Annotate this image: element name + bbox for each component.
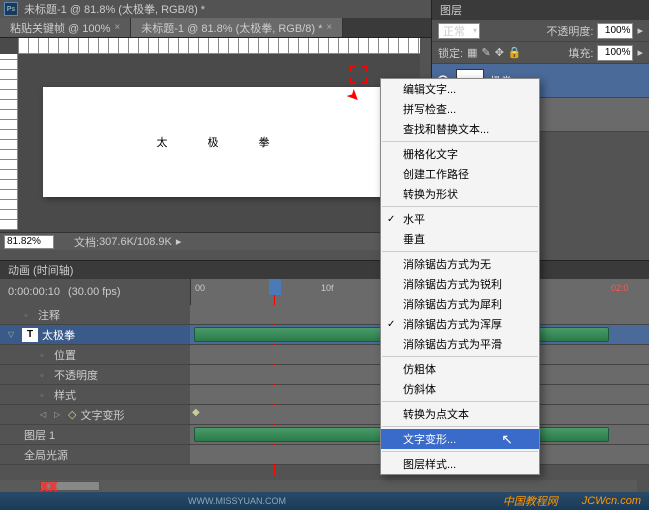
lock-move-icon[interactable]: ✥ (495, 46, 504, 59)
timeline-row[interactable]: ◦位置 (0, 345, 649, 365)
menu-item[interactable]: 查找和替换文本... (381, 119, 539, 139)
menu-item[interactable]: ✓消除锯齿方式为浑厚 (381, 314, 539, 334)
lock-all-icon[interactable]: 🔒 (508, 46, 522, 59)
menu-item[interactable]: 垂直 (381, 229, 539, 249)
stopwatch-icon[interactable]: ◦ (24, 310, 34, 320)
chevron-right-icon[interactable]: ▸ (637, 46, 643, 59)
doc-tab-1[interactable]: 未标题-1 @ 81.8% (太极拳, RGB/8) *× (131, 18, 343, 37)
menu-item[interactable]: 拼写检查... (381, 99, 539, 119)
close-icon[interactable]: × (114, 22, 120, 33)
chevron-right-icon[interactable]: ▸ (637, 24, 643, 37)
ruler-vertical[interactable] (0, 54, 18, 230)
status-bar: 文档: 307.6K/108.9K ▸ (0, 232, 420, 250)
menu-item[interactable]: ✓水平 (381, 209, 539, 229)
app-title: 未标题-1 @ 81.8% (太极拳, RGB/8) * (24, 1, 205, 17)
menu-item[interactable]: 消除锯齿方式为平滑 (381, 334, 539, 354)
menu-item[interactable]: 创建工作路径 (381, 164, 539, 184)
menu-item[interactable]: 编辑文字... (381, 79, 539, 99)
menu-item[interactable]: 栅格化文字 (381, 144, 539, 164)
keyframe-icon[interactable]: ◇ (68, 408, 76, 421)
fps-label: (30.00 fps) (68, 286, 121, 298)
timeline-panel: 动画 (时间轴) 0:00:00:10 (30.00 fps) 00 10f 2… (0, 260, 649, 492)
timeline-row[interactable]: ▽T太极拳 (0, 325, 649, 345)
timecode[interactable]: 0:00:00:10 (8, 286, 60, 298)
panel-tab-layers[interactable]: 图层 (432, 0, 649, 20)
stopwatch-icon[interactable]: ◦ (40, 350, 50, 360)
panel-tab-timeline[interactable]: 动画 (时间轴) (0, 261, 649, 279)
menu-item[interactable]: 转换为形状 (381, 184, 539, 204)
timeline-row[interactable]: 全局光源 (0, 445, 649, 465)
lock-transparency-icon[interactable]: ▦ (467, 46, 477, 59)
app-icon: Ps (4, 2, 18, 16)
fill-input[interactable] (597, 45, 633, 61)
scrollbar-horizontal[interactable] (0, 480, 637, 492)
artboard[interactable]: 太 极 拳 (43, 87, 383, 197)
close-icon[interactable]: × (326, 22, 332, 33)
opacity-input[interactable] (597, 23, 633, 39)
menu-item[interactable]: 消除锯齿方式为锐利 (381, 274, 539, 294)
menu-item[interactable]: 文字变形...↖ (381, 429, 539, 449)
timeline-row[interactable]: 图层 1 (0, 425, 649, 445)
playhead[interactable] (269, 279, 281, 295)
timeline-row[interactable]: ◦样式 (0, 385, 649, 405)
footer-watermark: WWW.MISSYUAN.COM 中国教程网 JCWcn.com (0, 492, 649, 510)
menu-item[interactable]: 仿粗体 (381, 359, 539, 379)
timeline-row[interactable]: ◦不透明度 (0, 365, 649, 385)
stopwatch-icon[interactable]: ◦ (40, 390, 50, 400)
stopwatch-icon[interactable]: ◦ (40, 370, 50, 380)
menu-item[interactable]: 仿斜体 (381, 379, 539, 399)
selection-marker (350, 66, 368, 84)
blend-mode-select[interactable]: 正常 (438, 23, 480, 39)
menu-item[interactable]: 转换为点文本 (381, 404, 539, 424)
doc-tab-0[interactable]: 粘贴关键帧 @ 100%× (0, 18, 131, 37)
document-window: 太 极 拳 ➤ 文档: 307.6K/108.9K ▸ (0, 38, 420, 250)
menu-item[interactable]: 消除锯齿方式为犀利 (381, 294, 539, 314)
lock-brush-icon[interactable]: ✎ (481, 46, 490, 59)
keyframe-marker[interactable]: ◆ (192, 407, 200, 418)
context-menu: 编辑文字...拼写检查...查找和替换文本... 栅格化文字创建工作路径转换为形状… (380, 78, 540, 475)
timeline-row[interactable]: ◁▷◇文字变形◆ (0, 405, 649, 425)
text-layer-icon: T (22, 328, 38, 342)
ruler-horizontal[interactable] (18, 38, 420, 54)
timeline-row[interactable]: ◦注释 (0, 305, 649, 325)
menu-item[interactable]: 消除锯齿方式为无 (381, 254, 539, 274)
zoom-input[interactable] (4, 235, 54, 249)
menu-item[interactable]: 图层样式... (381, 454, 539, 474)
chevron-right-icon[interactable]: ▸ (176, 235, 182, 248)
